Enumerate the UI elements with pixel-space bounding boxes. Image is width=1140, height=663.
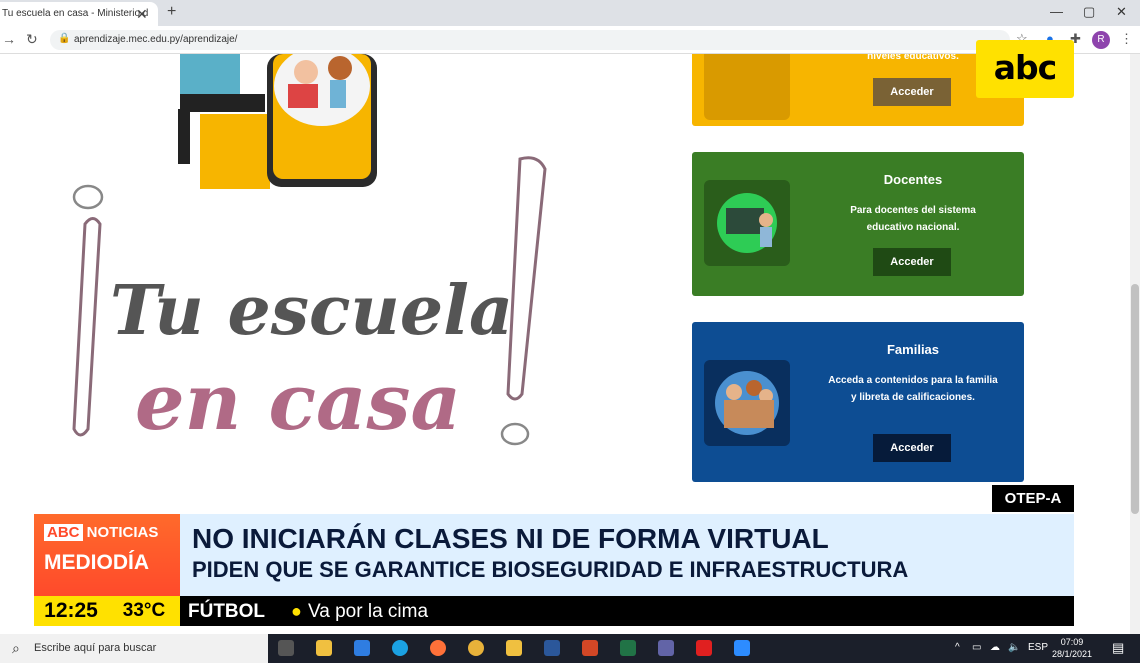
address-bar-row: → ↻ 🔒 aprendizaje.mec.edu.py/aprendizaje… (0, 26, 1140, 54)
hero-line1: Tu escuela (110, 271, 513, 351)
word-icon[interactable] (544, 640, 560, 656)
ticker-bullet-icon: ● (291, 601, 302, 621)
subheadline: PIDEN QUE SE GARANTICE BIOSEGURIDAD E IN… (192, 557, 909, 582)
search-placeholder: Escribe aquí para buscar (34, 642, 157, 654)
channel-logo: abc (976, 40, 1074, 98)
acrobat-icon[interactable] (696, 640, 712, 656)
tab-title: Tu escuela en casa - Ministerio d (2, 8, 149, 19)
browser-tab-bar: Tu escuela en casa - Ministerio d ✕ + — … (0, 0, 1140, 26)
clock-date: 28/1/2021 (1052, 649, 1093, 659)
source-tag: OTEP-A (992, 485, 1074, 512)
broadcast-time: 12:25 (34, 596, 108, 626)
reload-icon[interactable]: ↻ (26, 31, 38, 48)
volume-icon[interactable]: 🔈 (1008, 642, 1020, 653)
url-text: aprendizaje.mec.edu.py/aprendizaje/ (74, 34, 238, 45)
forward-icon[interactable]: → (2, 31, 16, 47)
students-image (704, 54, 790, 120)
task-view-icon[interactable] (278, 640, 294, 656)
card-familias: Familias Acceda a contenidos para la fam… (692, 322, 1024, 482)
notifications-icon[interactable]: ▤ (1112, 640, 1124, 656)
maximize-icon[interactable]: ▢ (1083, 4, 1095, 20)
system-clock[interactable]: 07:09 28/1/2021 (1052, 636, 1092, 660)
hero-line2: en casa (135, 357, 461, 448)
profile-avatar[interactable]: R (1092, 31, 1110, 49)
card-title: Docentes (883, 172, 943, 187)
taskbar-search[interactable]: ⌕ Escribe aquí para buscar (0, 634, 268, 663)
minimize-icon[interactable]: — (1050, 4, 1063, 19)
menu-icon[interactable]: ⋮ (1120, 31, 1133, 47)
zoom-icon[interactable] (734, 640, 750, 656)
language-indicator[interactable]: ESP (1028, 642, 1048, 653)
close-window-icon[interactable]: ✕ (1116, 4, 1127, 20)
tu-escuela-en-casa-logo: Tu escuela en casa (72, 156, 547, 448)
firefox-icon[interactable] (430, 640, 446, 656)
brand-noticias: NOTICIAS (86, 524, 159, 541)
family-image (704, 360, 790, 446)
card-docentes: Docentes Para docentes del sistema educa… (692, 152, 1024, 296)
file-explorer-icon[interactable] (506, 640, 522, 656)
card-desc: niveles educativos. (867, 54, 959, 62)
network-icon[interactable]: ☁ (990, 642, 1000, 653)
battery-icon[interactable]: ▭ (972, 642, 981, 653)
store-icon[interactable] (316, 640, 332, 656)
teams-icon[interactable] (658, 640, 674, 656)
headline: NO INICIARÁN CLASES NI DE FORMA VIRTUAL (192, 523, 829, 554)
taskbar: ⌕ Escribe aquí para buscar ^ ▭ ☁ 🔈 ESP 0… (0, 634, 1140, 663)
url-field[interactable]: 🔒 aprendizaje.mec.edu.py/aprendizaje/ (50, 30, 1010, 50)
acceder-button[interactable]: Acceder (873, 248, 951, 276)
acceder-button[interactable]: Acceder (873, 78, 951, 106)
acceder-button[interactable]: Acceder (873, 434, 951, 462)
close-tab-icon[interactable]: ✕ (136, 6, 148, 23)
excel-icon[interactable] (620, 640, 636, 656)
ticker-text: Va por la cima (308, 601, 429, 622)
card-desc: Para docentes del sistema educativo naci… (850, 205, 976, 233)
news-ticker: FÚTBOL ● Va por la cima (180, 596, 1074, 626)
browser-tab[interactable]: Tu escuela en casa - Ministerio d ✕ (0, 2, 158, 26)
tray-chevron-icon[interactable]: ^ (955, 642, 960, 653)
card-estudiantes: niveles educativos. Acceder (692, 54, 1024, 126)
search-icon: ⌕ (12, 640, 20, 656)
lock-icon: 🔒 (58, 33, 71, 44)
scrollbar-thumb[interactable] (1131, 284, 1139, 514)
mail-icon[interactable] (354, 640, 370, 656)
powerpoint-icon[interactable] (582, 640, 598, 656)
ticker-category: FÚTBOL (188, 601, 266, 622)
card-desc: Acceda a contenidos para la familia y li… (828, 375, 998, 403)
brand-mediodia: MEDIODÍA (44, 551, 149, 574)
teacher-image (704, 180, 790, 266)
edge-icon[interactable] (392, 640, 408, 656)
card-title: Familias (886, 342, 940, 357)
clock-time: 07:09 (1060, 637, 1084, 647)
news-brand: ABC NOTICIAS MEDIODÍA (34, 514, 180, 596)
new-tab-icon[interactable]: + (167, 3, 176, 21)
temperature: 33°C (108, 596, 180, 626)
scrollbar[interactable] (1130, 54, 1140, 634)
brand-abc: ABC (44, 524, 83, 541)
chrome-icon[interactable] (468, 640, 484, 656)
